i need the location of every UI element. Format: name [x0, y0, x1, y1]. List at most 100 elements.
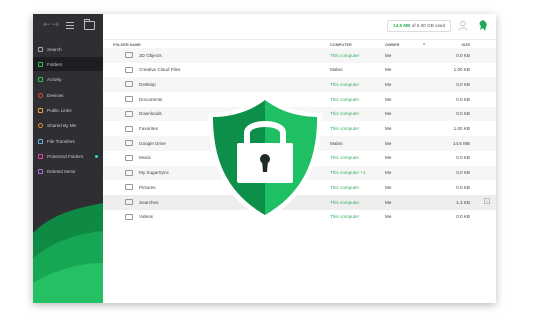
folder-icon — [125, 184, 133, 191]
sidebar-item-deleted-items[interactable]: Deleted Items — [33, 164, 103, 178]
folder-name: Favorites — [139, 126, 158, 131]
lock-icon — [38, 153, 43, 159]
sidebar-item-public-links[interactable]: Public Links — [33, 103, 103, 117]
sidebar-item-file-transfers[interactable]: File Transfers — [33, 134, 103, 148]
link-icon — [38, 107, 43, 113]
sidebar-item-label: Search — [47, 46, 62, 52]
folder-name: Videos — [139, 214, 153, 220]
sidebar-item-label: Public Links — [47, 107, 72, 113]
folder-size: 0.0 KB — [456, 214, 470, 220]
table-row[interactable]: Creative Cloud Files Mabni Me 1.00 KB — [103, 63, 496, 78]
folder-size: 14.5 MB — [452, 140, 470, 146]
sidebar-item-activity[interactable]: Activity — [33, 72, 103, 86]
folder-name: Pictures — [139, 184, 156, 190]
security-shield-lock-icon — [208, 95, 322, 221]
owner-name: Me — [385, 170, 392, 176]
owner-name: Me — [385, 96, 392, 102]
folder-size: 1.00 KB — [453, 126, 470, 131]
sidebar-item-label: Folders — [47, 61, 63, 67]
computer-name: This computer +1 — [330, 170, 366, 176]
owner-name: Me — [385, 199, 392, 205]
transfer-icon — [38, 138, 43, 144]
folder-icon — [125, 154, 133, 161]
folder-name: Desktop — [139, 81, 156, 87]
folder-name: Music — [139, 155, 151, 161]
computer-name: Mabni — [330, 67, 343, 73]
folder-icon — [38, 61, 43, 67]
column-header-size[interactable]: SIZE — [462, 43, 470, 47]
folder-size: 1.00 KB — [453, 67, 470, 73]
storage-used: 14.5 MB — [393, 23, 411, 28]
computer-name: This computer — [330, 111, 360, 117]
folder-name: Documents — [139, 96, 163, 102]
sidebar-wave-decoration — [33, 203, 103, 303]
sidebar-item-devices[interactable]: Devices — [33, 88, 103, 102]
sidebar: ←→ Search Folders Activity Devices Publi… — [33, 14, 103, 303]
folder-icon — [125, 110, 133, 117]
sidebar-item-label: Devices — [47, 92, 64, 98]
sidebar-item-label: File Transfers — [47, 138, 75, 144]
folder-icon — [125, 96, 133, 103]
folder-name: Google Drive — [139, 140, 166, 146]
back-forward-icon[interactable]: ←→ — [43, 20, 60, 30]
folder-name: Downloads — [139, 111, 162, 117]
folder-size: 0.0 KB — [456, 111, 470, 117]
storage-total: of 5.00 GB used — [411, 23, 445, 28]
owner-name: Me — [385, 214, 392, 220]
column-header-owner[interactable]: OWNER — [385, 43, 400, 47]
folder-size: 0.0 KB — [456, 81, 470, 87]
storage-indicator[interactable]: 14.5 MB of 5.00 GB used — [387, 20, 451, 32]
folder-size: 1.3 KB — [456, 199, 470, 205]
folder-icon — [125, 199, 133, 205]
search-icon — [38, 46, 43, 52]
computer-name: Mabni — [330, 140, 343, 146]
folder-name: Searches — [139, 199, 159, 205]
computer-name: This computer — [330, 96, 360, 102]
sidebar-item-label: Protected Folders — [47, 153, 84, 159]
table-row[interactable]: 3D Objects This computer Me 0.0 KB — [103, 48, 496, 63]
column-header-computer[interactable]: COMPUTER — [330, 43, 352, 47]
column-header-folder-name[interactable]: FOLDER NAME — [113, 43, 141, 47]
computer-name: This computer — [330, 126, 360, 131]
folder-size: 0.0 KB — [456, 155, 470, 161]
folder-icon — [125, 52, 133, 58]
sidebar-item-protected-folders[interactable]: Protected Folders — [33, 149, 103, 163]
sidebar-topbar: ←→ — [33, 14, 103, 39]
share-icon — [38, 122, 43, 128]
folder-size: 0.0 KB — [456, 170, 470, 176]
computer-name: This computer — [330, 214, 360, 220]
folder-icon — [125, 140, 133, 147]
owner-name: Me — [385, 67, 392, 73]
row-menu-chevron-icon[interactable]: ⌄ — [484, 198, 490, 204]
sidebar-item-label: Activity — [47, 76, 62, 82]
computer-name: This computer — [330, 199, 360, 205]
notification-dot — [95, 154, 98, 158]
owner-name: Me — [385, 126, 392, 131]
folder-size: 0.0 KB — [456, 52, 470, 58]
folder-size: 0.0 KB — [456, 184, 470, 190]
activity-icon — [38, 76, 43, 82]
owner-name: Me — [385, 111, 392, 117]
sidebar-item-label: Deleted Items — [47, 168, 76, 174]
folder-icon — [125, 169, 133, 176]
folder-icon — [125, 66, 133, 73]
sidebar-item-search[interactable]: Search — [33, 42, 103, 56]
owner-name: Me — [385, 140, 392, 146]
sidebar-item-label: Shared By Me — [47, 122, 77, 128]
folder-name: My SugarSync — [139, 170, 169, 176]
folder-name: 3D Objects — [139, 52, 162, 58]
table-row[interactable]: Desktop This computer Me 0.0 KB — [103, 77, 496, 93]
owner-name: Me — [385, 184, 392, 190]
owner-name: Me — [385, 155, 392, 161]
trash-icon — [38, 168, 43, 174]
computer-name: This computer — [330, 52, 360, 58]
sidebar-item-shared-by-me[interactable]: Shared By Me — [33, 118, 103, 132]
folder-icon[interactable] — [84, 19, 95, 30]
computer-name: This computer — [330, 81, 360, 87]
sidebar-item-folders[interactable]: Folders — [33, 57, 103, 71]
menu-icon[interactable] — [66, 22, 74, 31]
computer-name: This computer — [330, 184, 360, 190]
user-icon[interactable] — [458, 20, 468, 31]
sugarsync-logo-icon — [479, 20, 487, 31]
owner-name: Me — [385, 52, 392, 58]
